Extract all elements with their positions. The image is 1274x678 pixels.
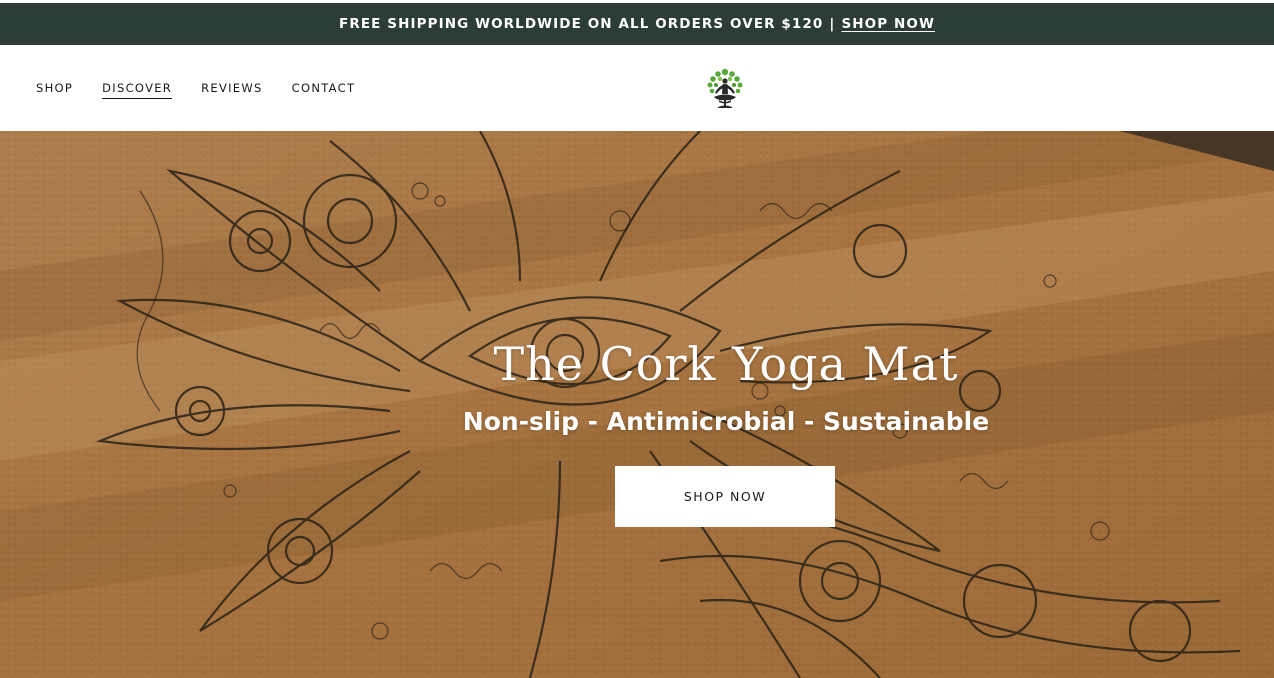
hero-title: The Cork Yoga Mat (493, 337, 959, 391)
nav-item-discover[interactable]: DISCOVER (102, 77, 173, 99)
yoga-tree-logo-icon[interactable] (704, 66, 746, 110)
nav-item-contact[interactable]: CONTACT (292, 77, 356, 99)
cork-mandala-mat-image (0, 131, 1274, 678)
site-header: SHOP DISCOVER REVIEWS CONTACT (0, 45, 1274, 131)
announcement-bar: FREE SHIPPING WORLDWIDE ON ALL ORDERS OV… (0, 3, 1274, 45)
announcement-separator: | (829, 16, 836, 32)
nav-item-shop[interactable]: SHOP (36, 77, 73, 99)
announcement-shop-now-link[interactable]: SHOP NOW (841, 16, 935, 32)
nav-item-reviews[interactable]: REVIEWS (201, 77, 263, 99)
hero-banner: The Cork Yoga Mat Non-slip - Antimicrobi… (0, 131, 1274, 678)
main-nav: SHOP DISCOVER REVIEWS CONTACT (36, 45, 384, 131)
announcement-text: FREE SHIPPING WORLDWIDE ON ALL ORDERS OV… (339, 16, 824, 32)
hero-shop-now-button[interactable]: SHOP NOW (615, 466, 835, 527)
hero-subtitle: Non-slip - Antimicrobial - Sustainable (462, 407, 990, 436)
